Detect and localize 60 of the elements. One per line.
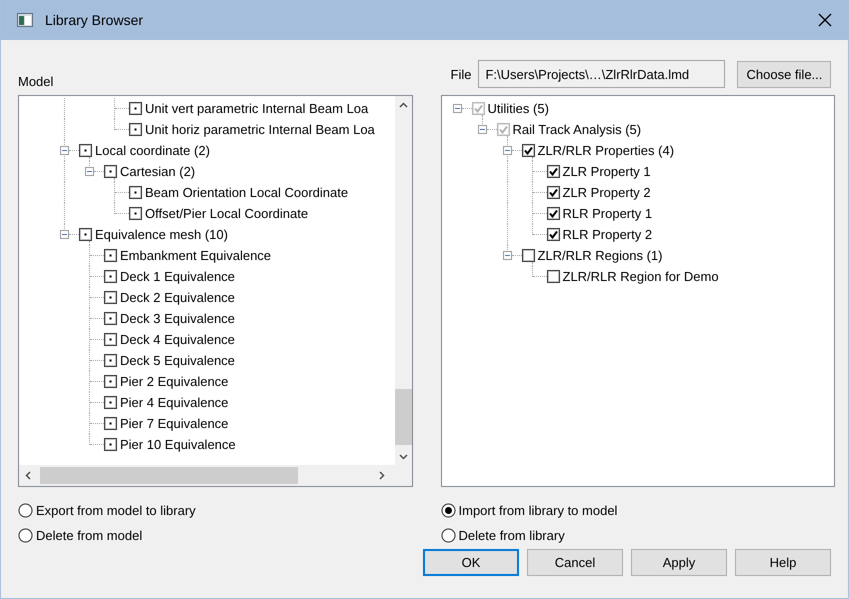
close-icon (818, 13, 832, 27)
checkbox[interactable] (79, 144, 92, 157)
checkbox[interactable] (129, 186, 142, 199)
dialog-button[interactable]: Cancel (527, 549, 623, 576)
checkbox[interactable] (79, 228, 92, 241)
section-label: Model (18, 74, 54, 89)
checkbox[interactable] (129, 123, 142, 136)
checkbox[interactable] (104, 333, 117, 346)
vertical-scrollbar[interactable] (394, 96, 412, 465)
window-title: Library Browser (45, 12, 144, 28)
checkbox[interactable] (129, 207, 142, 220)
tree-item[interactable]: Deck 5 Equivalence (120, 352, 235, 369)
dialog-button[interactable]: OK (423, 549, 519, 576)
collapse-icon[interactable] (85, 167, 94, 176)
option-label[interactable]: Delete from model (36, 528, 142, 543)
tree-item[interactable]: Deck 2 Equivalence (120, 289, 235, 306)
checkbox[interactable] (104, 375, 117, 388)
tree-item[interactable]: Offset/Pier Local Coordinate (145, 205, 308, 222)
checkbox[interactable] (104, 165, 117, 178)
tree-item[interactable]: Unit vert parametric Internal Beam Loa (145, 100, 368, 117)
tree-item[interactable]: Deck 3 Equivalence (120, 310, 235, 327)
checkbox[interactable] (129, 102, 142, 115)
radio-button[interactable] (18, 503, 33, 518)
option-label[interactable]: Import from library to model (458, 503, 618, 518)
checkbox[interactable] (104, 417, 117, 430)
checkbox[interactable] (104, 354, 117, 367)
tree-item[interactable]: Local coordinate (2) (95, 142, 210, 159)
tree-item[interactable]: Beam Orientation Local Coordinate (145, 184, 348, 201)
scroll-thumb[interactable] (40, 467, 298, 484)
tree-item[interactable]: Embankment Equivalence (120, 247, 272, 264)
tree-item[interactable]: Deck 1 Equivalence (120, 268, 235, 285)
radio-button[interactable] (18, 528, 33, 543)
app-icon (17, 13, 33, 27)
checkbox[interactable] (104, 291, 117, 304)
tree-item[interactable]: Deck 4 Equivalence (120, 331, 235, 348)
horizontal-scrollbar[interactable] (19, 465, 412, 486)
file-path-field[interactable]: F:\Users\Projects\…\ZlrRlrData.lmd (478, 60, 726, 88)
checkbox[interactable] (104, 438, 117, 451)
tree-item[interactable]: Pier 4 Equivalence (120, 394, 228, 411)
option-label[interactable]: Export from model to library (36, 503, 196, 518)
choose-file-button[interactable]: Choose file... (737, 60, 832, 88)
tree-item[interactable]: Pier 2 Equivalence (120, 373, 228, 390)
radio-button[interactable] (440, 503, 456, 518)
file-label: File (450, 66, 472, 82)
tree-item[interactable]: Pier 10 Equivalence (120, 436, 236, 453)
tree-item[interactable]: Equivalence mesh (10) (95, 226, 228, 243)
checkbox[interactable] (104, 312, 117, 325)
tree-item[interactable]: Cartesian (2) (120, 163, 196, 180)
dialog-button[interactable]: Help (735, 549, 831, 576)
collapse-icon[interactable] (60, 146, 69, 155)
dialog-button[interactable]: Apply (631, 549, 727, 576)
collapse-icon[interactable] (60, 230, 69, 239)
checkbox[interactable] (104, 270, 117, 283)
tree-item[interactable]: Pier 7 Equivalence (120, 415, 228, 432)
scroll-thumb[interactable] (394, 389, 412, 445)
tree-item[interactable]: Unit horiz parametric Internal Beam Loa (145, 121, 375, 138)
option-label[interactable]: Delete from library (458, 528, 565, 543)
radio-button[interactable] (440, 528, 456, 543)
checkbox[interactable] (104, 249, 117, 262)
checkbox[interactable] (104, 396, 117, 409)
